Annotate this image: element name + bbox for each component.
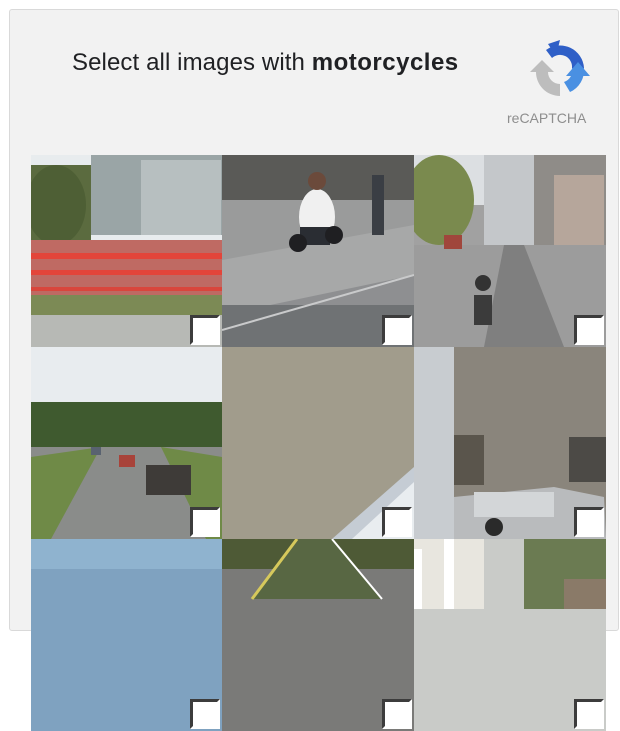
tile-checkbox[interactable] xyxy=(382,315,412,345)
image-grid xyxy=(31,155,606,731)
tile-checkbox[interactable] xyxy=(190,315,220,345)
tile-checkbox[interactable] xyxy=(574,507,604,537)
prompt-prefix: Select all images with xyxy=(72,49,305,76)
prompt-target: motorcycles xyxy=(311,49,459,76)
image-tile[interactable] xyxy=(222,155,414,347)
image-tile[interactable] xyxy=(31,347,222,539)
image-tile[interactable] xyxy=(222,347,414,539)
recaptcha-logo-icon xyxy=(530,40,590,96)
tile-checkbox[interactable] xyxy=(574,315,604,345)
tile-checkbox[interactable] xyxy=(190,699,220,729)
recaptcha-label: reCAPTCHA xyxy=(507,110,587,126)
tile-checkbox[interactable] xyxy=(382,507,412,537)
tile-checkbox[interactable] xyxy=(190,507,220,537)
tile-checkbox[interactable] xyxy=(382,699,412,729)
image-tile[interactable] xyxy=(31,155,222,347)
tile-checkbox[interactable] xyxy=(574,699,604,729)
image-tile[interactable] xyxy=(31,539,222,731)
image-tile[interactable] xyxy=(222,539,414,731)
image-tile[interactable] xyxy=(414,347,606,539)
captcha-prompt: Select all images with motorcycles xyxy=(72,49,459,77)
image-tile[interactable] xyxy=(414,539,606,731)
image-tile[interactable] xyxy=(414,155,606,347)
